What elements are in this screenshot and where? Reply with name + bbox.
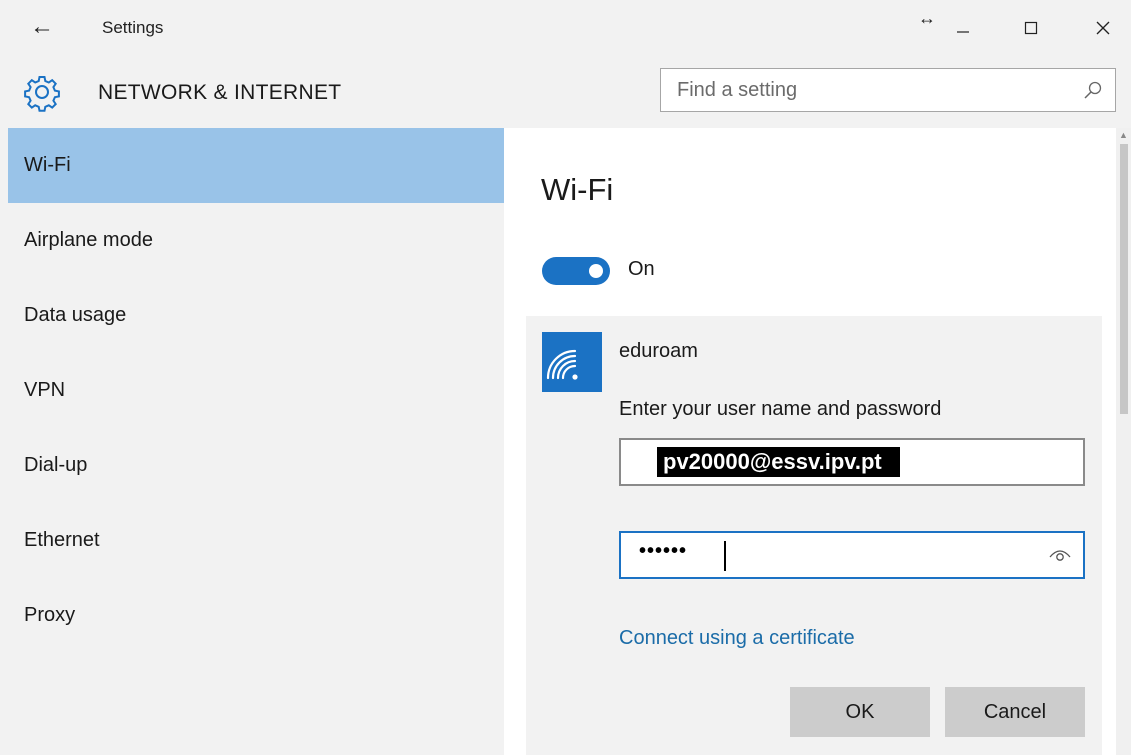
- sidebar-item-label: Dial-up: [24, 454, 88, 476]
- maximize-icon: [1024, 21, 1038, 35]
- sidebar-item-label: VPN: [24, 379, 66, 401]
- sidebar-item-dial-up[interactable]: Dial-up: [8, 428, 504, 503]
- search-icon: [1084, 81, 1102, 99]
- close-button[interactable]: [1080, 10, 1126, 46]
- text-caret: [724, 541, 726, 571]
- maximize-button[interactable]: [1008, 10, 1054, 46]
- close-icon: [1096, 21, 1110, 35]
- ok-button[interactable]: OK: [790, 687, 930, 737]
- sidebar-item-wifi[interactable]: Wi-Fi: [8, 128, 504, 203]
- username-field[interactable]: pv20000@essv.ipv.pt: [619, 438, 1085, 486]
- sidebar: Wi-Fi Airplane mode Data usage VPN Dial-…: [0, 128, 504, 755]
- sidebar-item-airplane-mode[interactable]: Airplane mode: [8, 203, 504, 278]
- ok-button-label: OK: [845, 700, 875, 723]
- sidebar-item-vpn[interactable]: VPN: [8, 353, 504, 428]
- back-arrow-icon: ←: [30, 13, 54, 40]
- search-input[interactable]: [677, 69, 1057, 111]
- password-field[interactable]: ••••••: [619, 531, 1085, 579]
- settings-header: NETWORK & INTERNET: [0, 58, 1131, 128]
- section-title: NETWORK & INTERNET: [98, 81, 342, 104]
- wifi-signal-icon: [546, 349, 578, 380]
- sidebar-item-label: Data usage: [24, 304, 127, 326]
- window-title: Settings: [102, 18, 164, 37]
- title-bar: ← Settings ↔: [0, 0, 1131, 58]
- sidebar-item-proxy[interactable]: Proxy: [8, 578, 504, 653]
- minimize-icon: [957, 31, 969, 33]
- network-tile: [542, 332, 602, 392]
- wifi-toggle[interactable]: [542, 257, 610, 285]
- network-name: eduroam: [619, 340, 698, 362]
- sidebar-item-data-usage[interactable]: Data usage: [8, 278, 504, 353]
- cancel-button-label: Cancel: [983, 700, 1047, 723]
- connect-certificate-link[interactable]: Connect using a certificate: [619, 627, 855, 650]
- sidebar-item-label: Ethernet: [24, 529, 100, 551]
- search-box[interactable]: [660, 68, 1116, 112]
- main-content: Wi-Fi On eduroam Enter your user name an…: [504, 128, 1131, 755]
- password-mask: ••••••: [639, 540, 688, 562]
- back-button[interactable]: ←: [22, 10, 62, 44]
- toggle-state-label: On: [628, 258, 655, 280]
- sidebar-item-label: Wi-Fi: [24, 154, 71, 176]
- resize-arrows-icon: ↔: [918, 8, 936, 28]
- credentials-prompt: Enter your user name and password: [619, 398, 942, 420]
- sidebar-item-ethernet[interactable]: Ethernet: [8, 503, 504, 578]
- toggle-knob: [589, 264, 603, 278]
- cancel-button[interactable]: Cancel: [945, 687, 1085, 737]
- minimize-button[interactable]: [940, 10, 986, 46]
- sidebar-item-label: Airplane mode: [24, 229, 153, 251]
- scroll-thumb[interactable]: [1120, 144, 1128, 414]
- vertical-scrollbar[interactable]: ▲: [1116, 128, 1131, 755]
- settings-window: ← Settings ↔ NETWORK & INTERNET Find a s…: [0, 0, 1131, 755]
- scroll-up-arrow-icon[interactable]: ▲: [1119, 130, 1128, 140]
- sidebar-item-label: Proxy: [24, 604, 76, 626]
- gear-icon: [24, 76, 60, 112]
- page-title: Wi-Fi: [541, 172, 614, 207]
- eye-icon[interactable]: [1049, 547, 1071, 563]
- network-card: eduroam Enter your user name and passwor…: [526, 316, 1102, 755]
- username-value: pv20000@essv.ipv.pt: [657, 447, 900, 477]
